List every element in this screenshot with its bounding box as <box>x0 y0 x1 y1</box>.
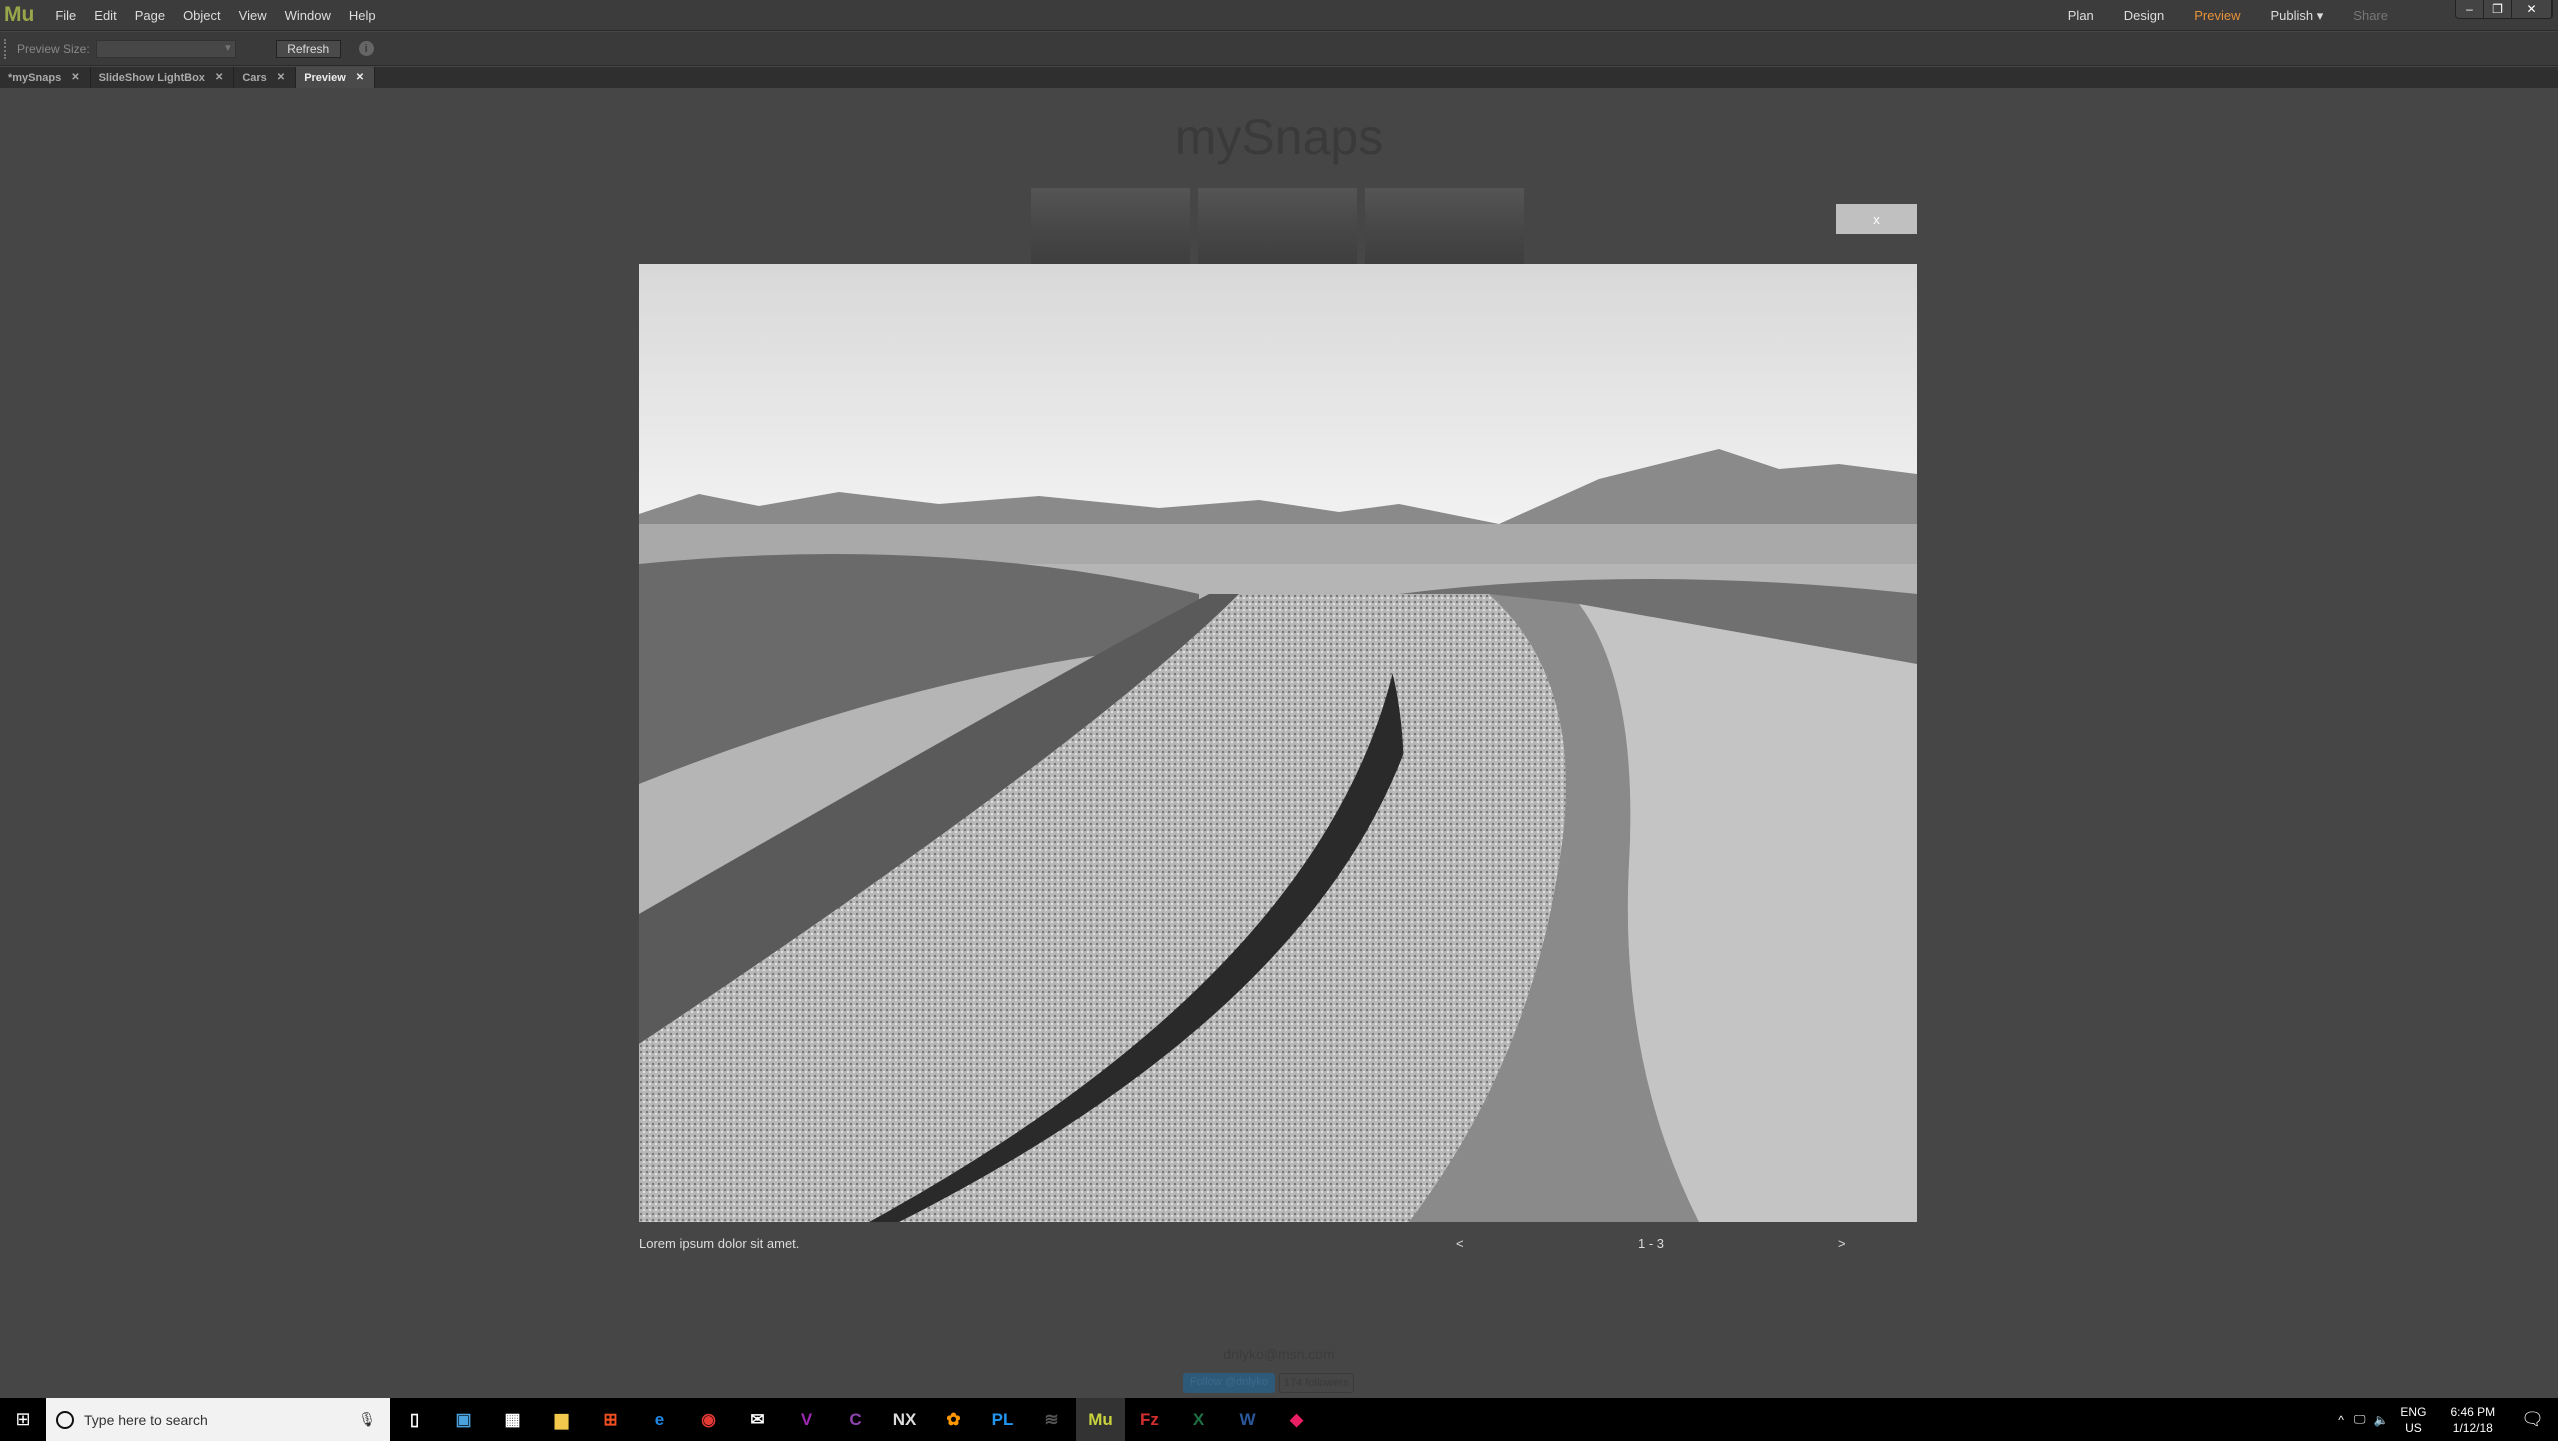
taskbar-app-chrome-icon[interactable]: ◉ <box>684 1398 733 1441</box>
clock-time: 6:46 PM <box>2450 1404 2496 1419</box>
show-hidden-icons[interactable]: ^ <box>2338 1413 2344 1427</box>
close-tab-icon[interactable]: ✕ <box>215 72 223 83</box>
lang-code: ENG <box>2400 1404 2427 1419</box>
taskbar-app-calculator-icon[interactable]: ▦ <box>488 1398 537 1441</box>
tab-label: Cars <box>242 71 267 84</box>
next-button[interactable]: > <box>1838 1236 1846 1251</box>
clock[interactable]: 6:46 PM 1/12/18 <box>2450 1404 2495 1436</box>
preview-size-label: Preview Size: <box>17 41 90 56</box>
menu-page[interactable]: Page <box>135 8 165 23</box>
tab-mysnaps[interactable]: *mySnaps ✕ <box>0 67 91 88</box>
lightbox-photo <box>639 264 1917 1222</box>
minimize-button[interactable]: – <box>2456 0 2484 18</box>
tab-label: Preview <box>304 71 346 84</box>
taskbar-app-nx2-icon[interactable]: NX <box>880 1398 929 1441</box>
microphone-icon[interactable]: 🎙 <box>358 1411 376 1428</box>
taskbar-app-store-icon[interactable]: ⊞ <box>586 1398 635 1441</box>
taskbar-app-maps-icon[interactable]: ◆ <box>1272 1398 1321 1441</box>
action-center-icon[interactable]: 🗨 <box>2521 1409 2544 1430</box>
close-tab-icon[interactable]: ✕ <box>71 72 79 83</box>
tab-cars[interactable]: Cars ✕ <box>234 67 297 88</box>
mode-publish[interactable]: Publish ▾ <box>2271 8 2324 24</box>
taskbar-app-waveform-icon[interactable]: ≋ <box>1027 1398 1076 1441</box>
menu-window[interactable]: Window <box>285 8 331 23</box>
mode-design[interactable]: Design <box>2124 8 2164 23</box>
follower-count: 174 followers <box>1278 1373 1354 1393</box>
menu-file[interactable]: File <box>55 8 76 23</box>
preview-size-select[interactable] <box>95 39 236 58</box>
thumbnail-road[interactable] <box>1031 188 1190 264</box>
windows-taskbar: ⊞ Type here to search 🎙 ▯ ▣ ▦ ▆ ⊞ e ◉ ✉ V C NX ✿ PL ≋… <box>0 1398 2558 1441</box>
info-icon[interactable]: i <box>358 41 374 56</box>
menu-edit[interactable]: Edit <box>94 8 116 23</box>
restore-button[interactable]: ❐ <box>2484 0 2512 18</box>
muse-logo: Mu <box>4 3 35 26</box>
thumbnail-trees[interactable] <box>1198 188 1357 264</box>
search-placeholder: Type here to search <box>84 1411 208 1428</box>
toolbar-grip[interactable] <box>4 38 7 59</box>
close-window-button[interactable]: ✕ <box>2512 0 2552 18</box>
thumbnail-tree[interactable] <box>1365 188 1524 264</box>
taskbar-app-muse-icon[interactable]: Mu <box>1076 1398 1125 1441</box>
clock-date: 1/12/18 <box>2452 1420 2493 1435</box>
taskbar-app-edge-icon[interactable]: e <box>635 1398 684 1441</box>
mode-plan[interactable]: Plan <box>2068 8 2094 23</box>
system-tray: ^ 🖵 🔈 ENG US 6:46 PM 1/12/18 🗨 <box>2338 1398 2558 1441</box>
twitter-follow-button[interactable]: Follow @dnlyko <box>1183 1373 1275 1393</box>
cortana-icon <box>56 1410 74 1429</box>
language-indicator[interactable]: ENG US <box>2400 1404 2426 1436</box>
preview-toolbar: Preview Size: Refresh i <box>0 32 2558 66</box>
taskbar-app-capture-icon[interactable]: C <box>831 1398 880 1441</box>
preview-stage: mySnaps x Lorem ipsum dolor sit amet. < … <box>0 88 2558 1398</box>
mode-preview[interactable]: Preview <box>2194 8 2240 23</box>
network-icon[interactable]: 🖵 <box>2354 1412 2366 1427</box>
taskbar-app-excel-icon[interactable]: X <box>1174 1398 1223 1441</box>
taskbar-app-color-app-icon[interactable]: ✿ <box>929 1398 978 1441</box>
taskbar-app-word-icon[interactable]: W <box>1223 1398 1272 1441</box>
menu-object[interactable]: Object <box>183 8 221 23</box>
lightbox-close-button[interactable]: x <box>1836 204 1917 234</box>
slide-counter: 1 - 3 <box>1638 1236 1665 1251</box>
tab-label: *mySnaps <box>8 71 62 84</box>
tab-preview[interactable]: Preview ✕ <box>296 67 376 88</box>
document-tabs: *mySnaps ✕ SlideShow LightBox ✕ Cars ✕ Prev… <box>0 67 2558 88</box>
taskbar-search[interactable]: Type here to search 🎙 <box>46 1398 390 1441</box>
region-code: US <box>2405 1420 2422 1435</box>
taskbar-app-remote-icon[interactable]: ▣ <box>439 1398 488 1441</box>
window-controls: – ❐ ✕ <box>2455 0 2553 19</box>
tab-label: SlideShow LightBox <box>98 71 205 84</box>
taskbar-app-mail-icon[interactable]: ✉ <box>733 1398 782 1441</box>
twitter-follow: Follow @dnlyko 174 followers <box>1183 1373 1354 1393</box>
menu-view[interactable]: View <box>239 8 267 23</box>
windows-start-icon[interactable]: ⊞ <box>0 1409 46 1430</box>
menu-help[interactable]: Help <box>349 8 376 23</box>
close-tab-icon[interactable]: ✕ <box>277 72 285 83</box>
footer-email[interactable]: dnlyko@msn.com <box>0 1346 2558 1362</box>
taskbar-app-filezilla-icon[interactable]: Fz <box>1125 1398 1174 1441</box>
taskbar-app-task-view-icon[interactable]: ▯ <box>390 1398 439 1441</box>
close-tab-icon[interactable]: ✕ <box>356 72 364 83</box>
taskbar-app-viewnx-icon[interactable]: V <box>782 1398 831 1441</box>
mode-nav: Plan Design Preview Publish ▾ Share <box>2068 0 2418 31</box>
site-title: mySnaps <box>1174 109 1384 165</box>
menu-bar: Mu File Edit Page Object View Window Hel… <box>0 0 2558 31</box>
desert-road-image <box>639 264 1917 1222</box>
tab-slideshow-lightbox[interactable]: SlideShow LightBox ✕ <box>91 67 235 88</box>
taskbar-apps: ▯ ▣ ▦ ▆ ⊞ e ◉ ✉ V C NX ✿ PL ≋ Mu Fz X W ◆ <box>390 1398 1321 1441</box>
prev-button[interactable]: < <box>1456 1236 1464 1251</box>
volume-icon[interactable]: 🔈 <box>2373 1413 2388 1427</box>
photo-caption: Lorem ipsum dolor sit amet. <box>639 1236 800 1251</box>
refresh-button[interactable]: Refresh <box>275 39 341 58</box>
taskbar-app-photolab-icon[interactable]: PL <box>978 1398 1027 1441</box>
taskbar-app-file-explorer-icon[interactable]: ▆ <box>537 1398 586 1441</box>
mode-share[interactable]: Share <box>2353 8 2388 23</box>
